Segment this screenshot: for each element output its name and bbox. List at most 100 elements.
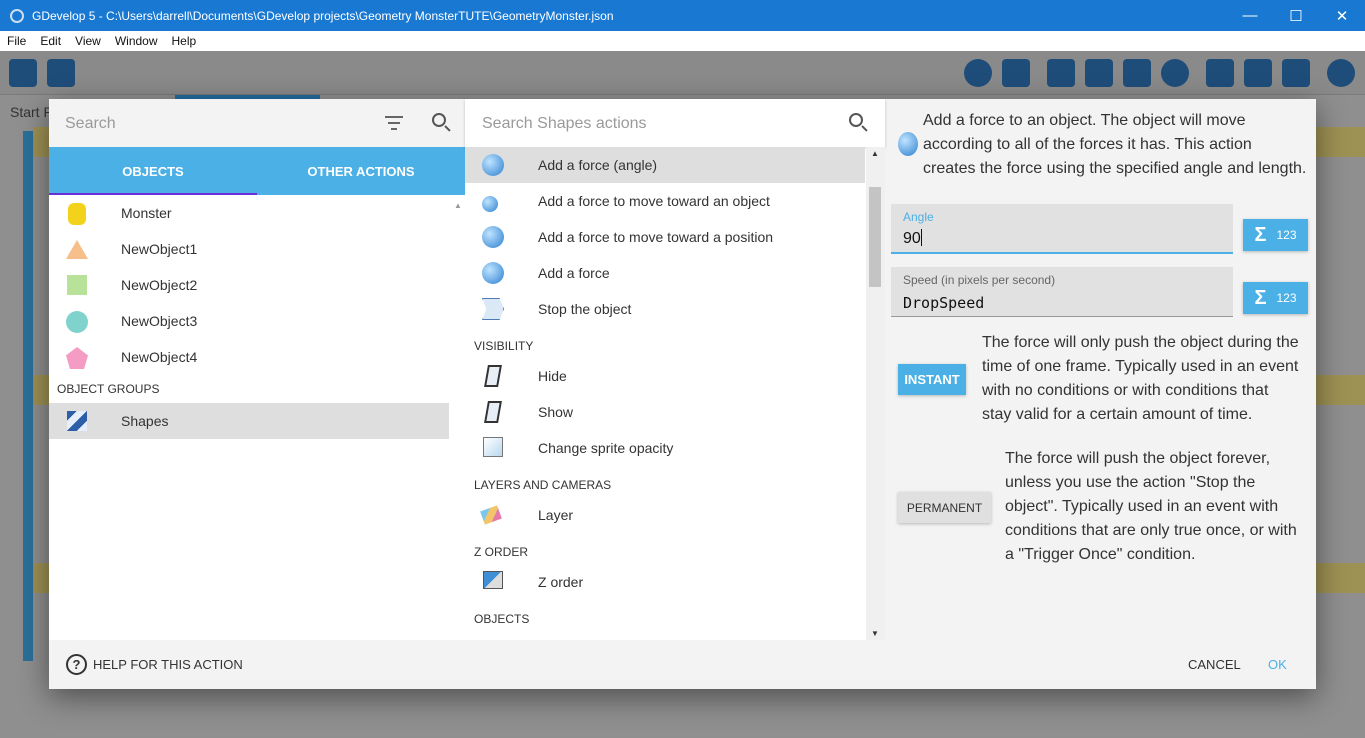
action-parameters-panel: Add a force to an object. The object wil… bbox=[885, 99, 1316, 640]
action-label: Add a force to move toward an object bbox=[538, 193, 770, 209]
square-icon bbox=[67, 275, 87, 295]
action-item-force-toward-object[interactable]: Add a force to move toward an object bbox=[465, 183, 865, 219]
visibility-header: VISIBILITY bbox=[474, 339, 534, 353]
scroll-up-arrow-icon[interactable]: ▲ bbox=[871, 149, 879, 158]
z-order-icon bbox=[483, 571, 503, 589]
objects-list: Monster NewObject1 NewObject2 NewObject3… bbox=[49, 195, 449, 640]
close-button[interactable]: ✕ bbox=[1319, 0, 1365, 31]
tab-other-actions[interactable]: OTHER ACTIONS bbox=[257, 147, 465, 195]
hide-icon bbox=[484, 365, 502, 387]
action-item-hide[interactable]: Hide bbox=[465, 358, 865, 394]
action-search-input[interactable]: Search Shapes actions bbox=[482, 115, 647, 133]
menu-edit[interactable]: Edit bbox=[33, 34, 68, 48]
action-description: Add a force to an object. The object wil… bbox=[923, 112, 1307, 177]
object-group-shapes[interactable]: Shapes bbox=[49, 403, 449, 439]
circle-icon bbox=[66, 311, 88, 333]
tab-objects[interactable]: OBJECTS bbox=[49, 147, 257, 195]
force-toward-object-icon bbox=[482, 196, 498, 212]
undo-icon[interactable] bbox=[1244, 59, 1272, 87]
pentagon-icon bbox=[66, 347, 88, 369]
action-item-sprite-opacity[interactable]: Change sprite opacity bbox=[465, 430, 865, 466]
action-item-show[interactable]: Show bbox=[465, 394, 865, 430]
monster-icon bbox=[68, 203, 86, 225]
angle-input[interactable]: 90 bbox=[903, 229, 922, 248]
add-subevent-icon[interactable] bbox=[1085, 59, 1113, 87]
action-label: Layer bbox=[538, 507, 574, 523]
action-item-add-force[interactable]: Add a force bbox=[465, 255, 865, 291]
object-item-newobject1[interactable]: NewObject1 bbox=[49, 231, 449, 267]
action-item-layer[interactable]: Layer bbox=[465, 497, 865, 533]
minimize-button[interactable]: — bbox=[1227, 0, 1273, 31]
search-icon[interactable] bbox=[432, 113, 452, 133]
angle-field[interactable]: Angle 90 bbox=[891, 204, 1233, 254]
cancel-button[interactable]: CANCEL bbox=[1188, 657, 1241, 672]
layer-icon bbox=[480, 505, 502, 525]
action-item-z-order[interactable]: Z order bbox=[465, 564, 865, 600]
object-label: Monster bbox=[121, 205, 172, 221]
search-icon[interactable] bbox=[849, 113, 869, 133]
start-page-tab[interactable]: Start P bbox=[10, 104, 53, 120]
object-label: NewObject2 bbox=[121, 277, 198, 293]
ok-button[interactable]: OK bbox=[1268, 657, 1287, 672]
actions-scrollbar[interactable]: ▲ ▼ bbox=[866, 147, 885, 640]
show-icon bbox=[484, 401, 502, 423]
object-label: NewObject1 bbox=[121, 241, 198, 257]
filter-icon[interactable] bbox=[385, 116, 403, 130]
object-search-bar: Search bbox=[49, 99, 465, 147]
group-label: Shapes bbox=[121, 413, 169, 429]
menu-help[interactable]: Help bbox=[165, 34, 204, 48]
object-item-newobject4[interactable]: NewObject4 bbox=[49, 339, 449, 375]
scroll-up-arrow-icon[interactable]: ▲ bbox=[454, 201, 462, 210]
menu-window[interactable]: Window bbox=[108, 34, 165, 48]
speed-input[interactable]: DropSpeed bbox=[903, 294, 984, 312]
search-events-icon[interactable] bbox=[1327, 59, 1355, 87]
action-editor-dialog: Search OBJECTS OTHER ACTIONS Monster New… bbox=[49, 99, 1316, 689]
project-manager-icon[interactable] bbox=[9, 59, 37, 87]
maximize-button[interactable]: ☐ bbox=[1273, 0, 1319, 31]
expression-button-label: 123 bbox=[1276, 228, 1297, 242]
menu-bar: File Edit View Window Help bbox=[0, 31, 1365, 51]
gdevelop-app-icon bbox=[10, 8, 24, 23]
object-groups-header: OBJECT GROUPS bbox=[57, 382, 160, 396]
menu-file[interactable]: File bbox=[0, 34, 33, 48]
speed-expression-button[interactable]: Σ 123 bbox=[1243, 282, 1308, 314]
instant-button[interactable]: INSTANT bbox=[898, 364, 966, 395]
action-item-force-toward-position[interactable]: Add a force to move toward a position bbox=[465, 219, 865, 255]
preview-play-icon[interactable] bbox=[964, 59, 992, 87]
angle-expression-button[interactable]: Σ 123 bbox=[1243, 219, 1308, 251]
action-label: Z order bbox=[538, 574, 584, 590]
action-label: Add a force to move toward a position bbox=[538, 229, 774, 245]
objects-panel: Search OBJECTS OTHER ACTIONS Monster New… bbox=[49, 99, 465, 640]
help-icon[interactable]: ? bbox=[66, 654, 87, 675]
action-label: Hide bbox=[538, 368, 567, 384]
help-for-action-button[interactable]: HELP FOR THIS ACTION bbox=[93, 657, 243, 672]
title-bar: GDevelop 5 - C:\Users\darrell\Documents\… bbox=[0, 0, 1365, 31]
delete-event-icon[interactable] bbox=[1206, 59, 1234, 87]
sigma-icon: Σ bbox=[1254, 286, 1267, 309]
debugger-icon[interactable] bbox=[1002, 59, 1030, 87]
object-item-monster[interactable]: Monster bbox=[49, 195, 449, 231]
object-label: NewObject4 bbox=[121, 349, 198, 365]
add-other-icon[interactable] bbox=[1161, 59, 1189, 87]
speed-field[interactable]: Speed (in pixels per second) DropSpeed bbox=[891, 267, 1233, 317]
expression-button-label: 123 bbox=[1276, 291, 1297, 305]
objects-scrollbar[interactable]: ▲ bbox=[450, 195, 465, 640]
add-comment-icon[interactable] bbox=[1123, 59, 1151, 87]
scene-window-icon[interactable] bbox=[47, 59, 75, 87]
object-item-newobject3[interactable]: NewObject3 bbox=[49, 303, 449, 339]
action-item-stop-object[interactable]: Stop the object bbox=[465, 291, 865, 327]
permanent-button[interactable]: PERMANENT bbox=[898, 492, 991, 523]
redo-icon[interactable] bbox=[1282, 59, 1310, 87]
object-item-newobject2[interactable]: NewObject2 bbox=[49, 267, 449, 303]
action-item-add-force-angle[interactable]: Add a force (angle) bbox=[465, 147, 865, 183]
action-label: Change sprite opacity bbox=[538, 440, 674, 456]
actions-list: Add a force (angle) Add a force to move … bbox=[465, 147, 865, 640]
object-search-input[interactable]: Search bbox=[65, 115, 116, 133]
menu-view[interactable]: View bbox=[68, 34, 108, 48]
add-event-icon[interactable] bbox=[1047, 59, 1075, 87]
actions-panel: Search Shapes actions Add a force (angle… bbox=[465, 99, 885, 640]
scroll-down-arrow-icon[interactable]: ▼ bbox=[871, 629, 879, 638]
permanent-description: The force will push the object forever, … bbox=[1005, 450, 1297, 563]
scrollbar-thumb[interactable] bbox=[869, 187, 881, 287]
editor-toolbar bbox=[0, 51, 1365, 95]
